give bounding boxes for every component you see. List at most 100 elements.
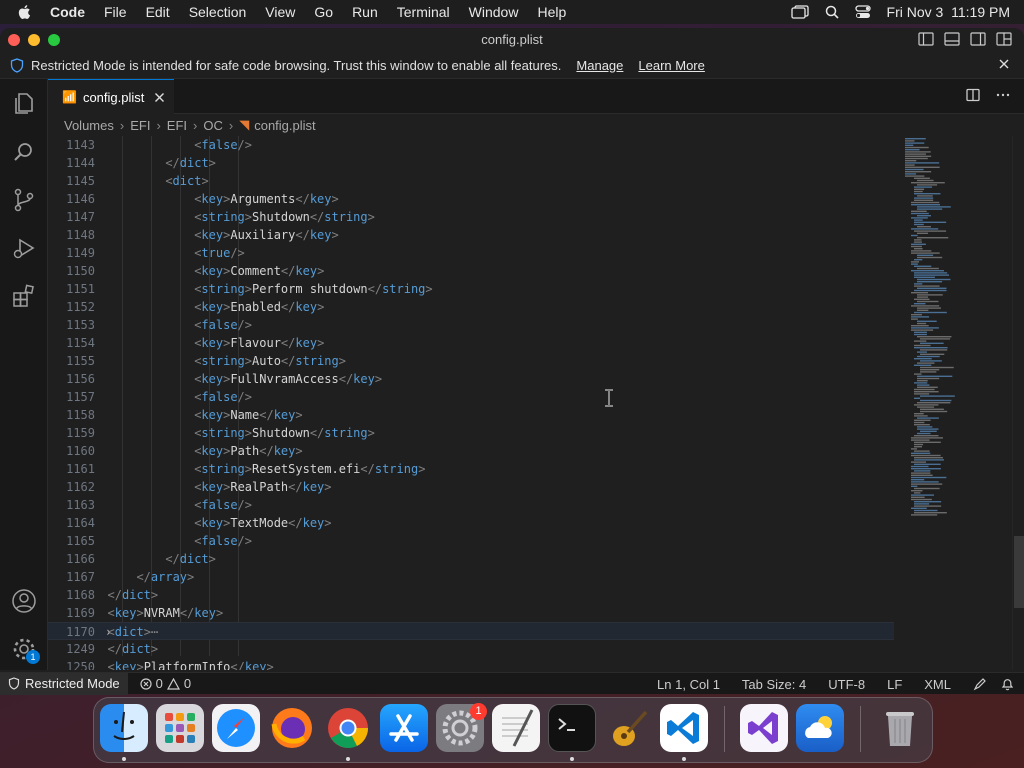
code-line[interactable]: 1165 <false/> [48, 532, 894, 550]
breadcrumb-file[interactable]: config.plist [254, 118, 315, 133]
notifications-bell-icon[interactable] [1001, 677, 1014, 691]
minimap-line [914, 347, 948, 349]
dock-finder[interactable] [100, 704, 148, 752]
code-line[interactable]: 1157 <false/> [48, 388, 894, 406]
tab-config-plist[interactable]: 📶 config.plist [48, 79, 174, 114]
split-editor-icon[interactable] [966, 88, 980, 102]
code-line[interactable]: 1156 <key>FullNvramAccess</key> [48, 370, 894, 388]
toggle-primary-sidebar-icon[interactable] [918, 32, 934, 46]
breadcrumb-efi-2[interactable]: EFI [167, 118, 187, 133]
code-line[interactable]: 1152 <key>Enabled</key> [48, 298, 894, 316]
control-center-icon[interactable] [854, 5, 871, 19]
menu-help[interactable]: Help [537, 4, 566, 20]
apple-logo-icon[interactable] [16, 3, 34, 21]
code-line[interactable]: 1163 <false/> [48, 496, 894, 514]
code-line[interactable]: 1146 <key>Arguments</key> [48, 190, 894, 208]
code-line[interactable]: 1169 <key>NVRAM</key> [48, 604, 894, 622]
folded-ellipsis[interactable]: ⋯ [151, 625, 158, 639]
menu-run[interactable]: Run [352, 4, 378, 20]
menu-app-name[interactable]: Code [50, 4, 85, 20]
dock-visual-studio-code[interactable] [660, 704, 708, 752]
menu-file[interactable]: File [104, 4, 127, 20]
dock-textedit[interactable] [492, 704, 540, 752]
run-and-debug-icon[interactable] [11, 235, 37, 261]
close-tab-icon[interactable] [154, 92, 165, 103]
menu-go[interactable]: Go [314, 4, 333, 20]
code-line[interactable]: 1250 <key>PlatformInfo</key> [48, 658, 894, 670]
code-line[interactable]: 1144 </dict> [48, 154, 894, 172]
breadcrumb-efi[interactable]: EFI [130, 118, 150, 133]
tab-size[interactable]: Tab Size: 4 [742, 677, 806, 692]
menu-edit[interactable]: Edit [146, 4, 170, 20]
code-line[interactable]: 1159 <string>Shutdown</string> [48, 424, 894, 442]
breadcrumb-volumes[interactable]: Volumes [64, 118, 114, 133]
problems-indicator[interactable]: 0 0 [140, 676, 191, 691]
code-line[interactable]: 1162 <key>RealPath</key> [48, 478, 894, 496]
code-line[interactable]: 1148 <key>Auxiliary</key> [48, 226, 894, 244]
spotlight-search-icon[interactable] [825, 5, 839, 19]
code-line[interactable]: 1164 <key>TextMode</key> [48, 514, 894, 532]
rss-file-icon: ◥ [239, 117, 250, 132]
source-control-icon[interactable] [11, 187, 37, 213]
restricted-mode-indicator[interactable]: Restricted Mode [0, 672, 128, 695]
code-line[interactable]: 1161 <string>ResetSystem.efi</string> [48, 460, 894, 478]
accounts-icon[interactable] [11, 588, 37, 614]
dock-terminal[interactable] [548, 704, 596, 752]
stage-manager-icon[interactable] [790, 5, 809, 19]
line-endings[interactable]: LF [887, 677, 902, 692]
menu-view[interactable]: View [265, 4, 295, 20]
minimap[interactable] [894, 136, 1012, 670]
code-line[interactable]: 1168 </dict> [48, 586, 894, 604]
code-line[interactable]: 1249 </dict> [48, 640, 894, 658]
explorer-icon[interactable] [11, 91, 37, 117]
code-content: </dict> [165, 156, 216, 170]
dock-chrome[interactable] [324, 704, 372, 752]
breadcrumb-oc[interactable]: OC [203, 118, 223, 133]
code-line[interactable]: 1153 <false/> [48, 316, 894, 334]
code-line[interactable]: 1167 </array> [48, 568, 894, 586]
code-line[interactable]: 1158 <key>Name</key> [48, 406, 894, 424]
customize-layout-icon[interactable] [996, 32, 1012, 46]
feedback-icon[interactable] [973, 677, 987, 691]
dock-app-store[interactable] [380, 704, 428, 752]
dock-visual-studio[interactable] [740, 704, 788, 752]
code-line[interactable]: 1145 <dict> [48, 172, 894, 190]
menu-selection[interactable]: Selection [189, 4, 247, 20]
scrollbar-thumb[interactable] [1014, 536, 1024, 608]
code-line[interactable]: 1154 <key>Flavour</key> [48, 334, 894, 352]
dock-garageband[interactable] [604, 704, 652, 752]
toggle-secondary-sidebar-icon[interactable] [970, 32, 986, 46]
language-mode[interactable]: XML [924, 677, 951, 692]
toggle-panel-icon[interactable] [944, 32, 960, 46]
cursor-position[interactable]: Ln 1, Col 1 [657, 677, 720, 692]
minimap-line [920, 395, 955, 397]
code-line[interactable]: 1166 </dict> [48, 550, 894, 568]
dock-firefox[interactable] [268, 704, 316, 752]
manage-link[interactable]: Manage [576, 58, 623, 73]
editor-scrollbar[interactable] [1012, 136, 1024, 670]
code-line[interactable]: 1160 <key>Path</key> [48, 442, 894, 460]
menu-window[interactable]: Window [469, 4, 519, 20]
code-editor[interactable]: 1143 <false/> 1144 </dict> 1145 <dict> 1146 <ke… [48, 136, 894, 670]
minimap-line [914, 276, 935, 278]
file-encoding[interactable]: UTF-8 [828, 677, 865, 692]
code-line[interactable]: 1155 <string>Auto</string> [48, 352, 894, 370]
dock-weather[interactable] [796, 704, 844, 752]
minimap-line [917, 380, 928, 382]
code-line[interactable]: 1147 <string>Shutdown</string> [48, 208, 894, 226]
code-line[interactable]: 1170 › <dict>⋯ [48, 622, 894, 640]
dock-safari[interactable] [212, 704, 260, 752]
code-line[interactable]: 1150 <key>Comment</key> [48, 262, 894, 280]
code-line[interactable]: 1143 <false/> [48, 136, 894, 154]
menu-terminal[interactable]: Terminal [397, 4, 450, 20]
learn-more-link[interactable]: Learn More [638, 58, 704, 73]
dock-launchpad[interactable] [156, 704, 204, 752]
code-line[interactable]: 1151 <string>Perform shutdown</string> [48, 280, 894, 298]
code-line[interactable]: 1149 <true/> [48, 244, 894, 262]
close-icon[interactable] [998, 58, 1010, 70]
more-actions-icon[interactable] [996, 88, 1010, 102]
extensions-icon[interactable] [11, 283, 37, 309]
menu-bar-clock[interactable]: Fri Nov 3 11:19 PM [887, 4, 1010, 20]
dock-trash[interactable] [876, 704, 924, 752]
search-icon[interactable] [11, 139, 37, 165]
